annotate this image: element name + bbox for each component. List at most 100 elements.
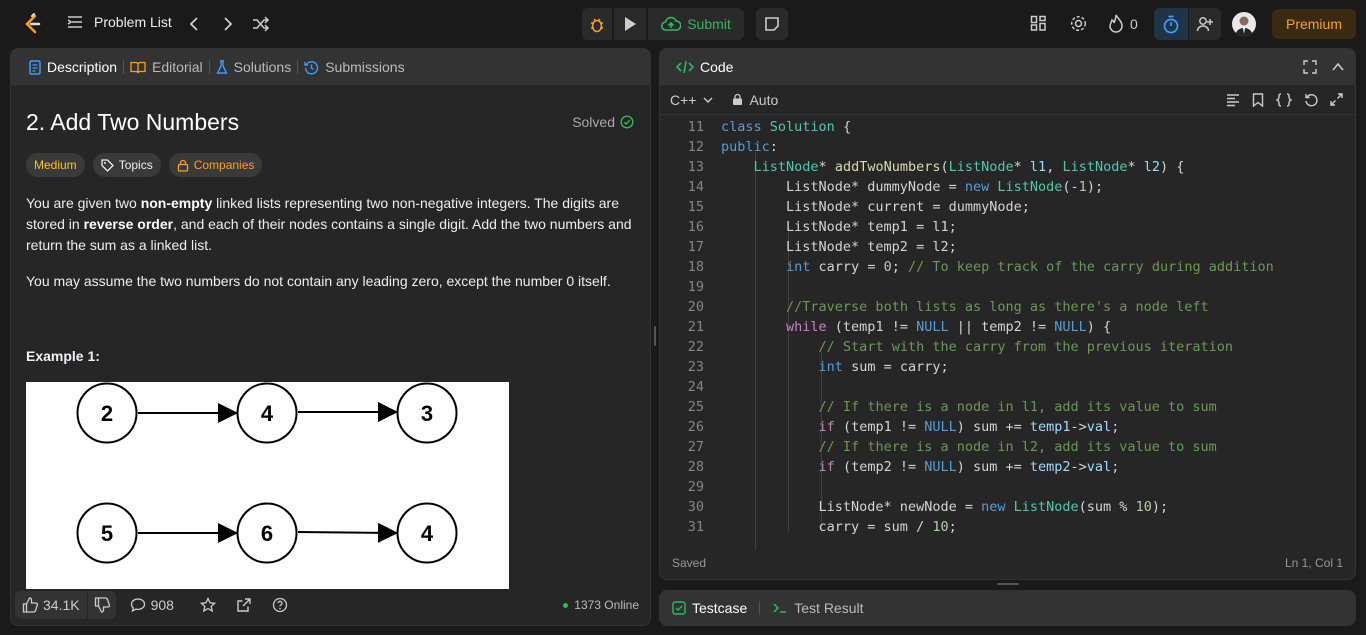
code-text: if (temp1 != NULL) sum += temp1->val; bbox=[818, 419, 1120, 435]
solved-label: Solved bbox=[572, 114, 615, 130]
online-dot bbox=[563, 602, 569, 608]
code-line[interactable]: 17 ListNode* temp2 = l2; bbox=[660, 237, 1355, 257]
code-line[interactable]: 14 ListNode* dummyNode = new ListNode(-1… bbox=[660, 177, 1355, 197]
checkbox-icon bbox=[672, 601, 686, 615]
code-line[interactable]: 12 public: bbox=[660, 137, 1355, 157]
companies-label: Companies bbox=[193, 158, 255, 172]
line-number: 26 bbox=[687, 419, 704, 435]
tab-code[interactable]: Code bbox=[670, 49, 739, 85]
list-icon bbox=[66, 14, 84, 30]
language-select[interactable]: C++ bbox=[670, 92, 714, 108]
tab-submissions[interactable]: Submissions bbox=[298, 49, 410, 85]
difficulty-badge: Medium bbox=[26, 153, 85, 177]
code-line[interactable]: 15 ListNode* current = dummyNode; bbox=[660, 197, 1355, 217]
cloud-upload-icon bbox=[661, 16, 682, 32]
code-line[interactable]: 21 while (temp1 != NULL || temp2 != NULL… bbox=[660, 317, 1355, 337]
play-icon bbox=[623, 16, 637, 32]
code-text: ListNode* current = dummyNode; bbox=[721, 199, 1030, 215]
vertical-resize-handle[interactable] bbox=[654, 326, 656, 346]
thumbs-down-icon bbox=[94, 597, 110, 613]
code-line[interactable]: 22 // Start with the carry from the prev… bbox=[660, 337, 1355, 357]
timer-button[interactable] bbox=[1154, 8, 1188, 40]
submit-button[interactable]: Submit bbox=[648, 8, 744, 40]
streak-counter[interactable]: 0 bbox=[1108, 14, 1138, 33]
online-count: 1373 Online bbox=[574, 598, 639, 612]
like-button[interactable]: 34.1K bbox=[15, 591, 87, 619]
code-panel: Code C++ Auto 11 class Solution {12 public… bbox=[659, 48, 1356, 580]
code-text: ListNode* addTwoNumbers(ListNode* l1, Li… bbox=[753, 159, 1185, 175]
share-icon[interactable] bbox=[236, 597, 252, 613]
auto-mode[interactable]: Auto bbox=[732, 92, 778, 108]
maximize-icon[interactable] bbox=[1303, 60, 1317, 74]
run-controls: Submit bbox=[582, 8, 788, 40]
invite-button[interactable] bbox=[1189, 8, 1221, 40]
problem-list-label: Problem List bbox=[94, 14, 172, 30]
tab-description[interactable]: Description bbox=[23, 49, 123, 85]
statement-bold: non-empty bbox=[140, 195, 213, 211]
topics-chip[interactable]: Topics bbox=[92, 153, 161, 177]
code-line[interactable]: 24 bbox=[660, 377, 1355, 397]
line-number: 14 bbox=[687, 179, 704, 195]
code-line[interactable]: 27 // If there is a node in l2, add its … bbox=[660, 437, 1355, 457]
example-title: Example 1: bbox=[26, 348, 100, 364]
mode-label: Auto bbox=[749, 91, 779, 108]
help-icon[interactable] bbox=[272, 597, 288, 613]
braces-icon[interactable] bbox=[1276, 92, 1292, 107]
problem-statement: You are given two non-empty linked lists… bbox=[26, 193, 638, 256]
code-line[interactable]: 25 // If there is a node in l1, add its … bbox=[660, 397, 1355, 417]
fullscreen-icon[interactable] bbox=[1330, 93, 1343, 106]
line-number: 12 bbox=[687, 139, 704, 155]
tab-solutions[interactable]: Solutions bbox=[210, 49, 298, 85]
comment-icon bbox=[130, 597, 146, 613]
code-line[interactable]: 18 int carry = 0; // To keep track of th… bbox=[660, 257, 1355, 277]
avatar[interactable] bbox=[1232, 12, 1256, 36]
bookmark-icon[interactable] bbox=[1252, 92, 1264, 107]
code-editor[interactable]: 11 class Solution {12 public: 13 ListNode* … bbox=[660, 115, 1355, 550]
premium-button[interactable]: Premium bbox=[1272, 9, 1356, 39]
code-line[interactable]: 29 bbox=[660, 477, 1355, 497]
dislike-button[interactable] bbox=[87, 591, 116, 619]
code-line[interactable]: 23 int sum = carry; bbox=[660, 357, 1355, 377]
debug-button[interactable] bbox=[582, 8, 612, 40]
code-line[interactable]: 19 bbox=[660, 277, 1355, 297]
add-person-icon bbox=[1196, 15, 1214, 33]
leetcode-logo[interactable] bbox=[22, 13, 42, 35]
line-number: 21 bbox=[687, 319, 704, 335]
comments-button[interactable]: 908 bbox=[130, 597, 174, 613]
problem-tags: Medium Topics Companies bbox=[26, 153, 263, 177]
code-line[interactable]: 31 carry = sum / 10; bbox=[660, 517, 1355, 537]
horizontal-resize-handle[interactable] bbox=[997, 583, 1019, 585]
editor-toolbar: C++ Auto bbox=[660, 85, 1355, 115]
code-line[interactable]: 30 ListNode* newNode = new ListNode(sum … bbox=[660, 497, 1355, 517]
fire-icon bbox=[1108, 14, 1124, 33]
online-indicator: 1373 Online bbox=[563, 598, 639, 612]
tab-editorial[interactable]: Editorial bbox=[124, 49, 209, 85]
diagram-arrow bbox=[297, 522, 398, 543]
reset-icon[interactable] bbox=[1304, 93, 1318, 107]
code-line[interactable]: 26 if (temp1 != NULL) sum += temp1->val; bbox=[660, 417, 1355, 437]
code-line[interactable]: 28 if (temp2 != NULL) sum += temp2->val; bbox=[660, 457, 1355, 477]
tab-testcase[interactable]: Testcase bbox=[672, 600, 747, 616]
problem-list-link[interactable]: Problem List bbox=[66, 14, 172, 30]
solved-status: Solved bbox=[572, 114, 634, 130]
line-number: 15 bbox=[687, 199, 704, 215]
code-line[interactable]: 20 //Traverse both lists as long as ther… bbox=[660, 297, 1355, 317]
layout-icon[interactable] bbox=[1030, 15, 1047, 32]
line-number: 16 bbox=[687, 219, 704, 235]
companies-chip[interactable]: Companies bbox=[168, 153, 263, 177]
notes-button[interactable] bbox=[756, 8, 788, 40]
code-line[interactable]: 16 ListNode* temp1 = l1; bbox=[660, 217, 1355, 237]
code-line[interactable]: 11 class Solution { bbox=[660, 117, 1355, 137]
shuffle-icon[interactable] bbox=[252, 14, 270, 34]
tab-code-label: Code bbox=[700, 59, 734, 75]
chevron-left-icon[interactable] bbox=[187, 14, 201, 34]
format-icon[interactable] bbox=[1226, 93, 1240, 107]
chevron-up-icon[interactable] bbox=[1331, 60, 1345, 74]
tab-test-result[interactable]: Test Result bbox=[772, 600, 864, 616]
star-icon[interactable] bbox=[199, 597, 216, 613]
gear-icon[interactable] bbox=[1069, 14, 1088, 33]
run-button[interactable] bbox=[614, 8, 646, 40]
chevron-right-icon[interactable] bbox=[221, 14, 235, 34]
statement-text: You are given two bbox=[26, 195, 141, 211]
code-line[interactable]: 13 ListNode* addTwoNumbers(ListNode* l1,… bbox=[660, 157, 1355, 177]
